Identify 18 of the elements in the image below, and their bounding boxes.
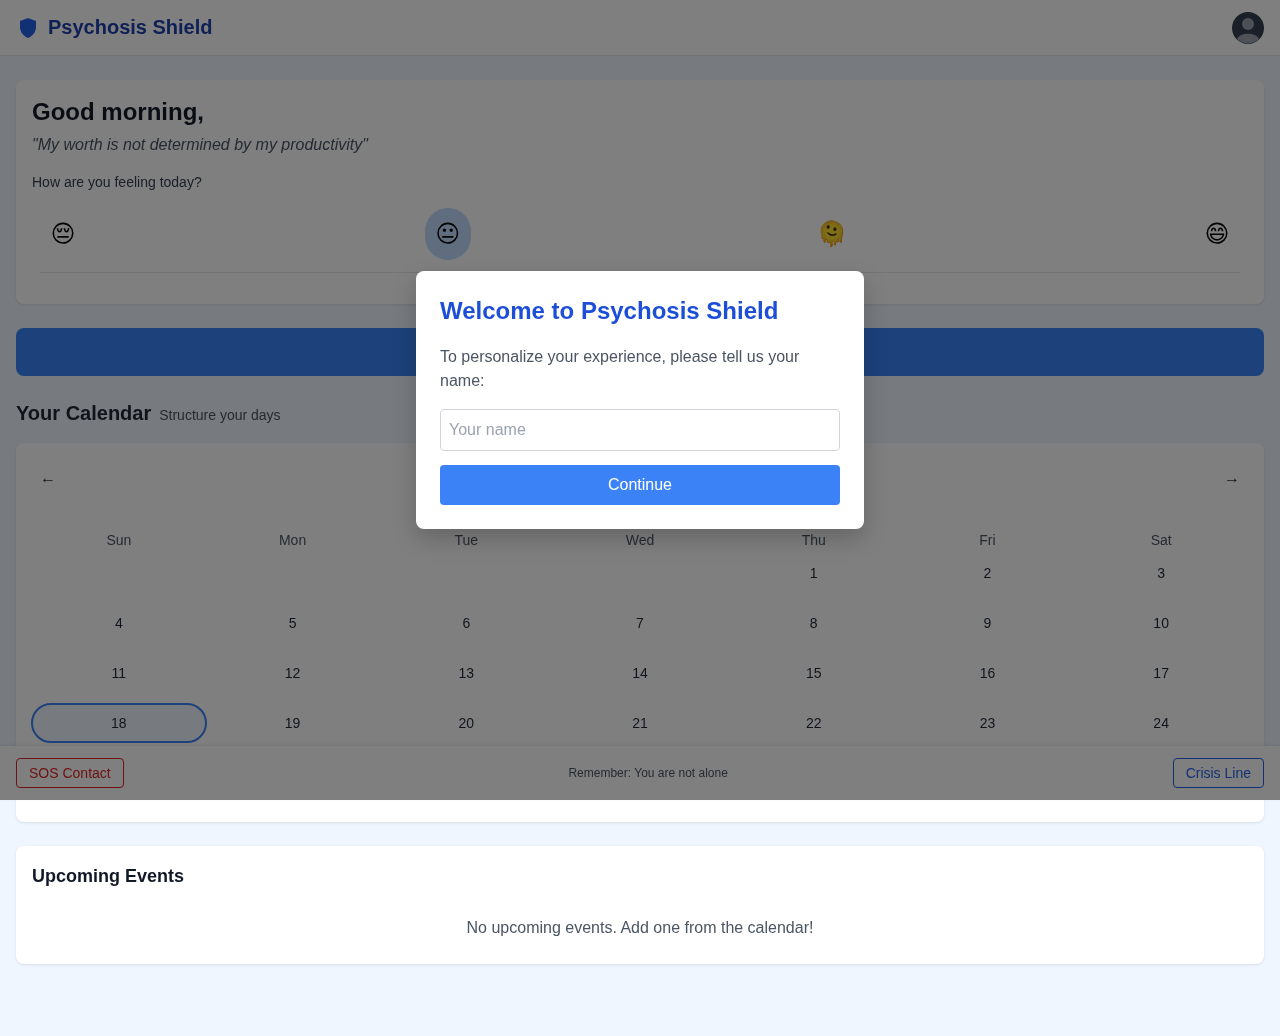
greeting-title: Good morning, [32,97,205,127]
events-title: Upcoming Events [32,865,186,888]
quote-text: "My worth is not determined by my productivity" [32,135,370,155]
footer-message: Remember: You are not alone [568,766,728,780]
weekday-label: Mon [277,532,308,548]
weekday-label: Sun [105,532,133,548]
weekday-label: Wed [624,532,656,548]
dialog-title: Welcome to Psychosis Shield [440,296,780,326]
weekday-label: Sat [1149,532,1173,548]
empty-message: No upcoming events. Add one from the calendar! [465,918,815,938]
dialog-text: To personalize your experience, please tell us your name: [440,347,801,391]
weekday-label: Thu [800,532,827,548]
weekday-label: Tue [453,532,480,548]
weekday-label: Fri [978,532,997,548]
section-subtitle: Structure your days [159,407,281,423]
mood-question: How are you feeling today? [32,173,203,192]
app-title: Psychosis Shield [48,16,213,39]
section-title: Your Calendar [16,402,152,425]
